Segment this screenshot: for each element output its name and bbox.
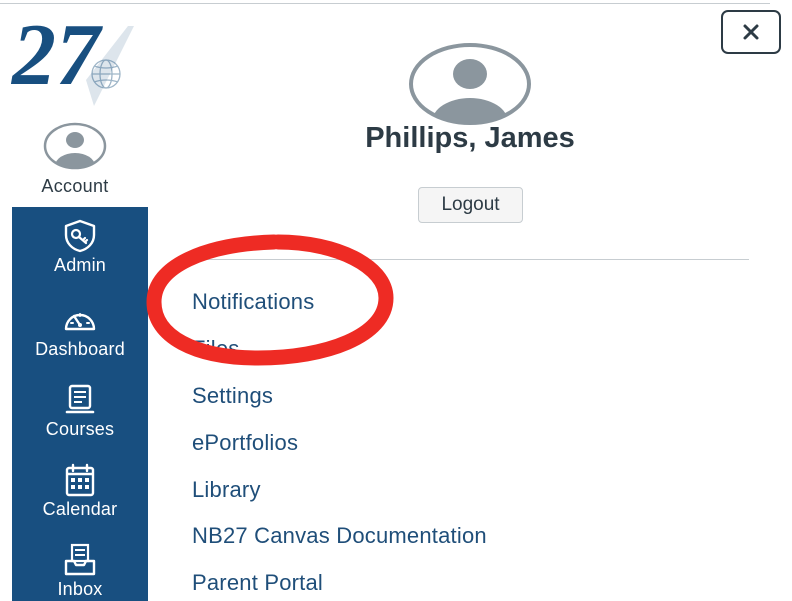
nav-menu: Admin Dashboard Courses Calendar Inbox bbox=[12, 207, 148, 601]
logo-27-globe-icon: 27 bbox=[10, 10, 134, 106]
nav-calendar-label: Calendar bbox=[42, 499, 118, 519]
nav-admin[interactable]: Admin bbox=[12, 219, 148, 276]
nav-account[interactable]: Account bbox=[0, 122, 150, 204]
logout-button[interactable]: Logout bbox=[418, 187, 523, 223]
global-navigation: 27 Account Admin Dashboard Courses Calen… bbox=[0, 0, 150, 601]
school-logo[interactable]: 27 bbox=[10, 10, 145, 108]
close-tray-button[interactable] bbox=[721, 10, 781, 54]
nav-dashboard-label: Dashboard bbox=[35, 339, 125, 359]
nav-calendar[interactable]: Calendar bbox=[12, 463, 148, 520]
book-icon bbox=[60, 383, 100, 417]
link-notifications[interactable]: Notifications bbox=[192, 289, 314, 315]
nav-account-label: Account bbox=[41, 176, 109, 196]
nav-dashboard[interactable]: Dashboard bbox=[12, 303, 148, 360]
link-eportfolios[interactable]: ePortfolios bbox=[192, 430, 298, 456]
nav-admin-label: Admin bbox=[53, 255, 107, 275]
nav-inbox-label: Inbox bbox=[57, 579, 103, 599]
user-name: Phillips, James bbox=[365, 122, 575, 154]
link-nb27-canvas-documentation[interactable]: NB27 Canvas Documentation bbox=[192, 523, 487, 549]
inbox-icon bbox=[60, 543, 100, 577]
close-icon bbox=[743, 24, 759, 40]
speedometer-icon bbox=[60, 303, 100, 337]
link-parent-portal[interactable]: Parent Portal bbox=[192, 570, 323, 596]
user-avatar-icon bbox=[43, 122, 107, 170]
nav-inbox[interactable]: Inbox bbox=[12, 543, 148, 600]
nav-courses-label: Courses bbox=[45, 419, 115, 439]
nav-courses[interactable]: Courses bbox=[12, 383, 148, 440]
profile-avatar bbox=[408, 42, 532, 126]
link-settings[interactable]: Settings bbox=[192, 383, 273, 409]
tray-divider bbox=[190, 259, 749, 260]
calendar-icon bbox=[60, 463, 100, 497]
user-avatar-icon bbox=[409, 43, 531, 125]
link-library[interactable]: Library bbox=[192, 477, 261, 503]
shield-key-icon bbox=[60, 219, 100, 253]
link-files[interactable]: Files bbox=[192, 336, 239, 362]
